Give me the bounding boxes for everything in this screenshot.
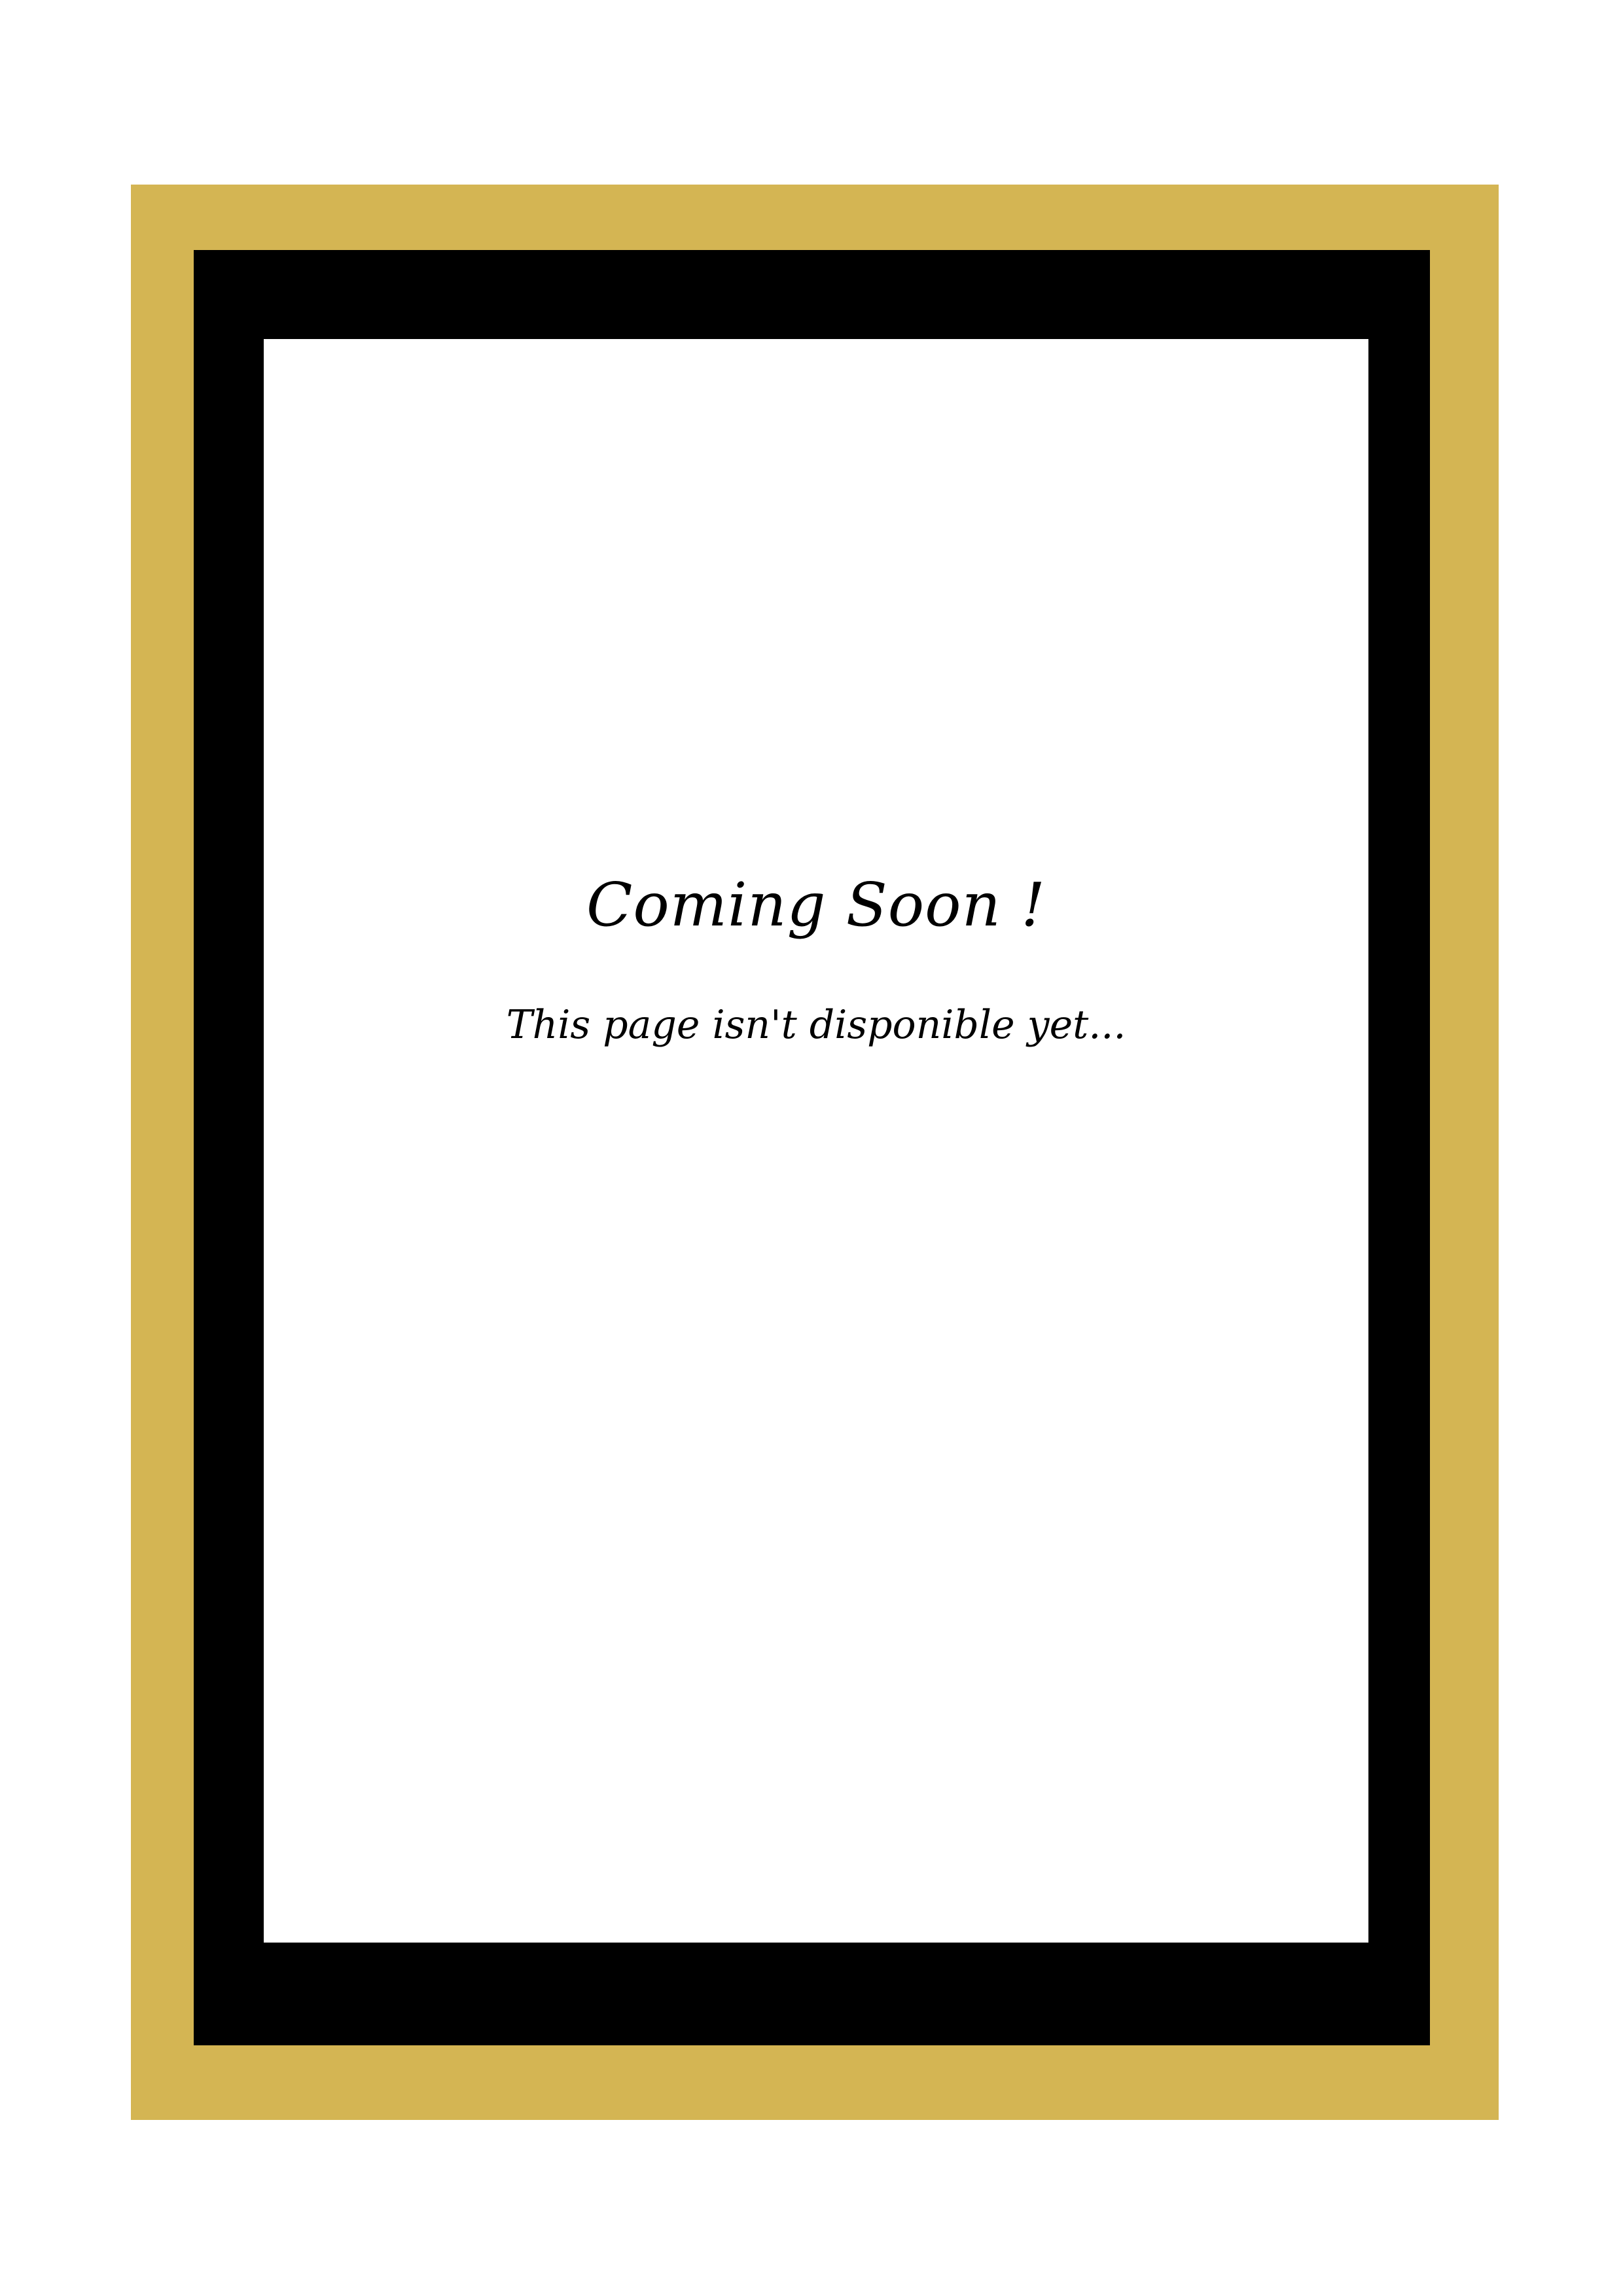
coming-soon-message-block: Coming Soon ! This page isn't disponible…	[264, 872, 1368, 1047]
content-panel: Coming Soon ! This page isn't disponible…	[264, 339, 1368, 1943]
coming-soon-heading: Coming Soon !	[586, 870, 1046, 940]
unavailable-message: This page isn't disponible yet...	[506, 1002, 1126, 1049]
